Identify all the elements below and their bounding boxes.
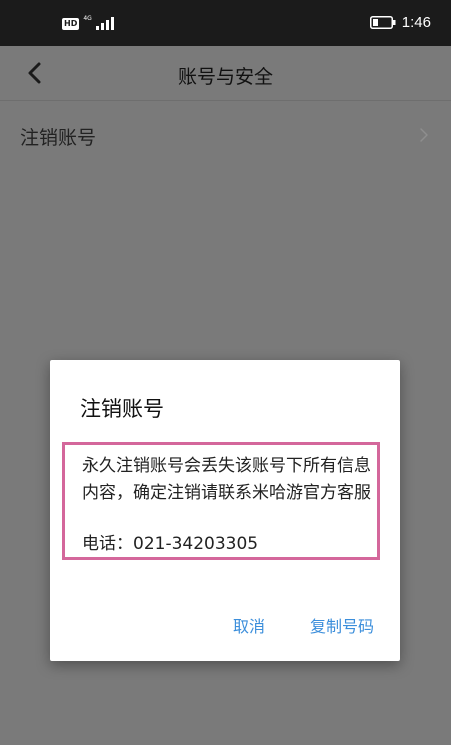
copy-number-button[interactable]: 复制号码 <box>310 613 374 637</box>
dialog-message-highlight: 永久注销账号会丢失该账号下所有信息内容，确定注销请联系米哈游官方客服 电话：02… <box>62 442 380 560</box>
list-item-deactivate-account[interactable]: 注销账号 <box>0 101 451 169</box>
battery-icon <box>369 16 396 29</box>
list-item-label: 注销账号 <box>20 127 97 149</box>
deactivate-dialog: 注销账号 永久注销账号会丢失该账号下所有信息内容，确定注销请联系米哈游官方客服 … <box>50 360 400 661</box>
signal-icon <box>95 17 114 30</box>
cancel-button[interactable]: 取消 <box>233 613 265 637</box>
status-bar: HD 4G 1:46 <box>0 0 451 46</box>
status-left: HD 4G <box>62 14 114 30</box>
hd-badge: HD <box>62 17 80 30</box>
dialog-message: 永久注销账号会丢失该账号下所有信息内容，确定注销请联系米哈游官方客服 <box>82 456 371 503</box>
app-bar: 账号与安全 <box>0 46 451 101</box>
status-time: 1:46 <box>401 14 431 31</box>
dialog-title: 注销账号 <box>80 397 164 421</box>
page-title: 账号与安全 <box>177 66 273 88</box>
status-right: 1:46 <box>369 14 431 31</box>
dialog-phone: 电话：021-34203305 <box>82 534 259 554</box>
network-type-label: 4G <box>83 14 92 22</box>
chevron-right-icon <box>420 128 428 142</box>
